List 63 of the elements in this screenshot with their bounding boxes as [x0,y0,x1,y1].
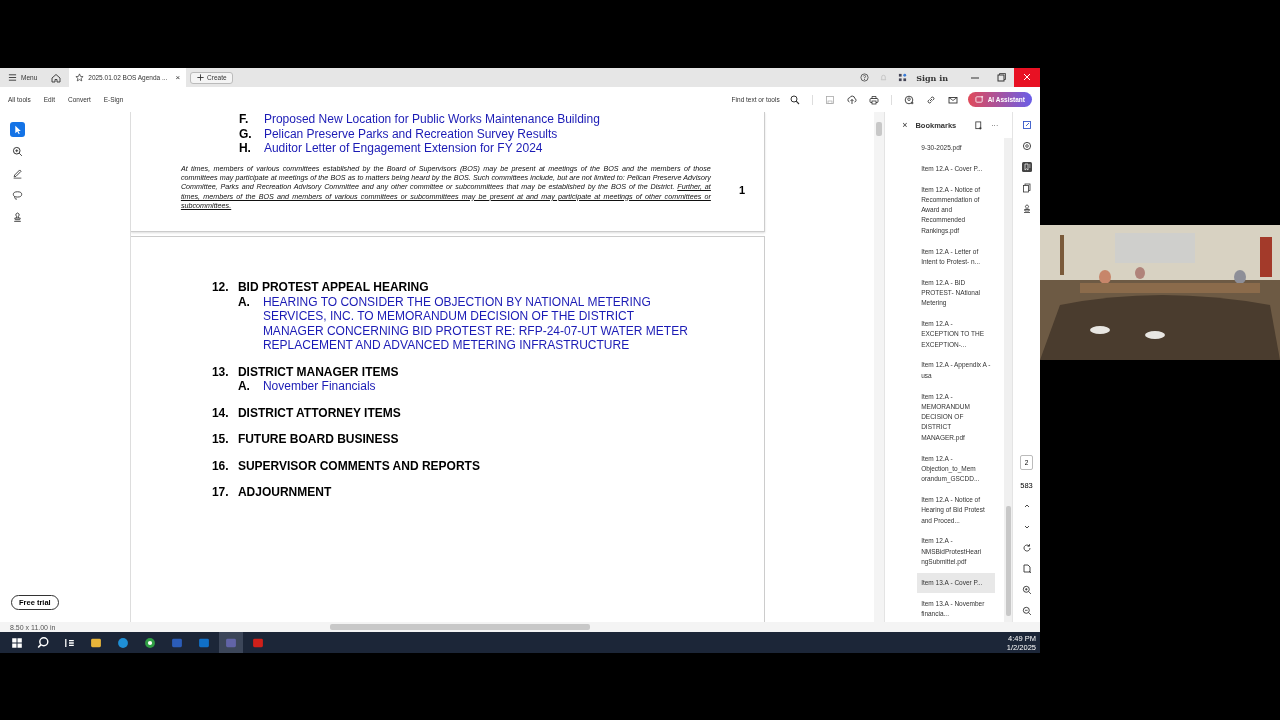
select-tool[interactable] [10,122,25,137]
section-title: FUTURE BOARD BUSINESS [237,432,399,447]
close-button[interactable] [1014,68,1040,87]
agenda-item: Pelican Preserve Parks and Recreation Survey Results [263,126,558,141]
zoom-icon [12,146,23,157]
agenda-item: HEARING TO CONSIDER THE OBJECTION BY NATIONAL METERING SERVICES, INC. TO MEMORANDUM DECISION OF THE DISTRICT MANAGER CONCERNING BID PROTEST RE: RFP-24-07-UT WATER METER REPLACEMENT AND ADVANCED METERING INFRASTRUCTURE [262,294,689,353]
item-letter: F. [238,112,250,127]
zoom-in-icon[interactable] [1021,585,1032,595]
section-title: DISTRICT MANAGER ITEMS [237,364,399,379]
section-number: 17. [211,485,230,500]
stamp-icon [12,212,23,223]
upload-icon[interactable] [846,94,857,105]
section-number: 15. [211,432,230,447]
section-title: BID PROTEST APPEAL HEARING [237,280,429,295]
teams-app-icon[interactable] [218,632,243,653]
chat-icon [974,95,984,104]
agenda-item: Auditor Letter of Engagement Extension for FY 2024 [263,141,543,156]
apps-icon[interactable] [898,73,908,82]
agenda-item: November Financials [262,379,377,394]
zoom-tool[interactable] [10,144,25,159]
item-letter: G. [238,126,253,141]
section-title: DISTRICT ATTORNEY ITEMS [237,405,401,420]
link-icon[interactable] [925,94,936,105]
close-tab-button[interactable]: × [175,73,181,82]
bookmarks-icon[interactable] [1021,162,1032,172]
section-number: 16. [211,458,230,473]
refresh-icon[interactable] [1021,543,1032,553]
section-number: 12. [211,280,230,295]
menu-icon [8,73,17,82]
item-letter: A. [237,294,251,311]
page-fit-icon[interactable] [1021,564,1032,574]
agenda-item: Proposed New Location for Public Works Maintenance Building [263,112,600,127]
star-icon[interactable] [75,73,85,82]
bookmark-scrollbar[interactable] [1004,138,1012,622]
section-title: SUPERVISOR COMMENTS AND REPORTS [237,458,480,473]
lasso-tool[interactable] [10,188,25,203]
search-icon[interactable] [789,94,800,105]
home-icon[interactable] [51,72,62,83]
close-panel-button[interactable]: × [902,120,908,130]
section-number: 14. [211,405,230,420]
print-icon[interactable] [868,94,879,105]
section-number: 13. [211,364,230,379]
pen-icon [12,168,23,179]
plus-icon [196,73,206,82]
section-title: ADJOURNMENT [237,485,332,500]
sign-in-button[interactable]: Sign in [916,72,948,83]
stamp-icon[interactable] [1021,204,1032,214]
search-icon[interactable] [35,634,51,651]
comment-icon[interactable] [1021,141,1032,151]
pages-icon[interactable] [1021,183,1032,193]
item-letter: A. [237,379,251,394]
vertical-scrollbar[interactable] [874,112,885,622]
share-user-icon[interactable] [903,94,914,105]
lasso-icon [12,190,23,201]
mail-icon[interactable] [947,94,958,105]
pen-tool[interactable] [10,166,25,181]
item-letter: H. [238,141,252,156]
add-bookmark-icon[interactable] [974,120,984,130]
page-number: 1 [738,183,745,196]
zoom-out-icon[interactable] [1021,606,1032,616]
select-icon [12,124,23,135]
edit-pdf-icon[interactable] [1021,120,1032,130]
help-icon[interactable] [860,73,870,82]
